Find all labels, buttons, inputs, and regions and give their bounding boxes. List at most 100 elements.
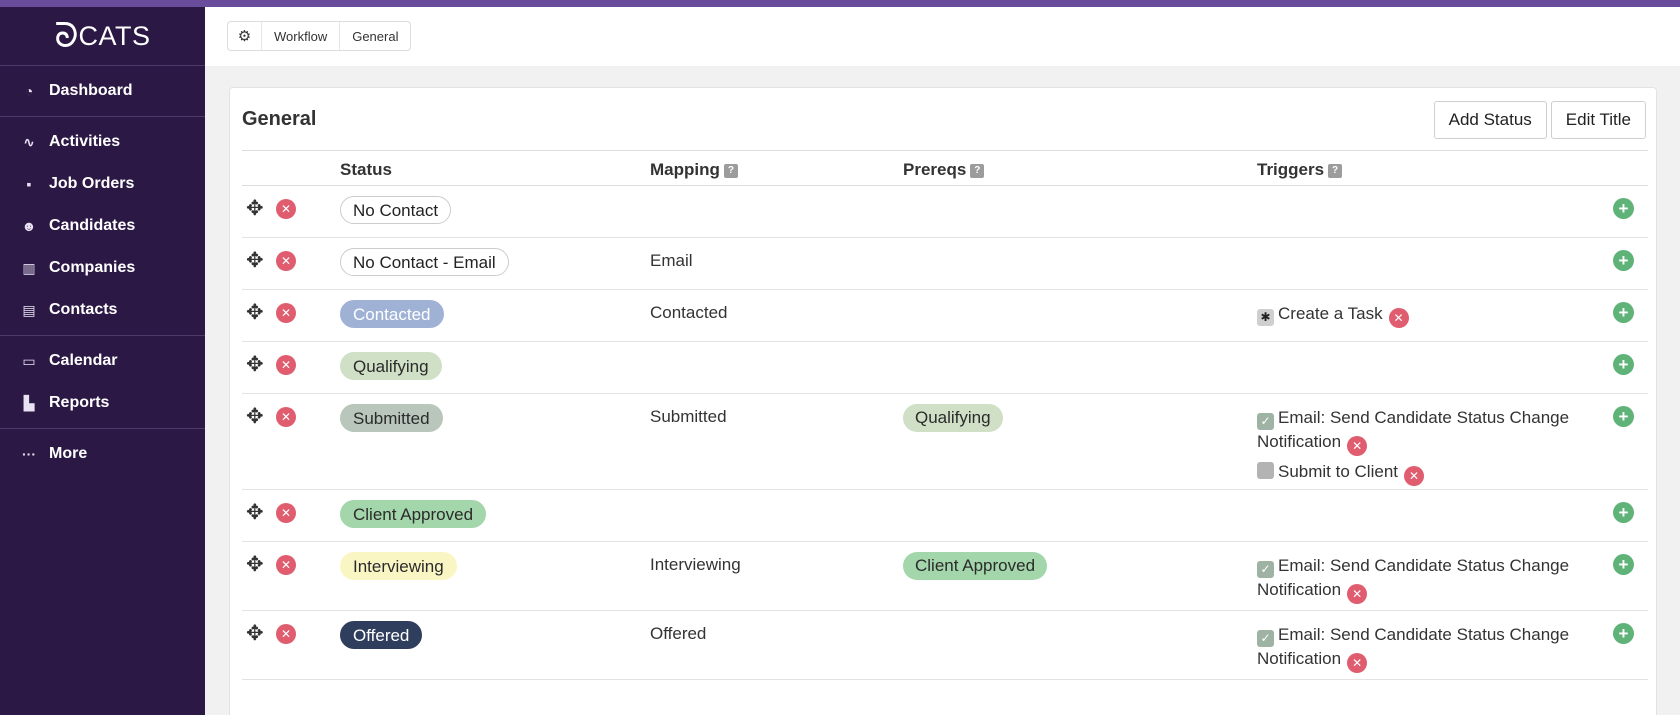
delete-status-icon[interactable]: ✕: [276, 199, 296, 219]
table-row: ✥ ✕ No Contact - Email Email +: [242, 238, 1648, 290]
move-handle-icon[interactable]: ✥: [246, 354, 264, 375]
delete-status-icon[interactable]: ✕: [276, 303, 296, 323]
prereq-badge: Client Approved: [903, 552, 1048, 580]
mapping-value: Contacted: [650, 303, 728, 322]
sidebar-item-candidates[interactable]: ☻ Candidates: [0, 205, 205, 247]
checkbox-checked-icon[interactable]: ✓: [1257, 630, 1274, 647]
gear-icon[interactable]: ⚙: [228, 22, 262, 50]
move-handle-icon[interactable]: ✥: [246, 406, 264, 427]
nav-group: ◔ Dashboard: [0, 66, 205, 116]
cats-logo-icon: ᘐ: [54, 17, 79, 55]
top-accent-bar: [0, 0, 1680, 7]
sidebar-item-label: Dashboard: [49, 82, 133, 99]
sidebar-item-label: Companies: [49, 259, 136, 276]
edit-title-button[interactable]: Edit Title: [1550, 101, 1646, 139]
delete-status-icon[interactable]: ✕: [276, 251, 296, 271]
move-handle-icon[interactable]: ✥: [246, 250, 264, 271]
nav-group: ··· More: [0, 429, 205, 479]
column-header-triggers-label: Triggers: [1257, 160, 1325, 179]
sidebar-item-label: More: [49, 445, 88, 462]
sidebar-item-companies[interactable]: ▥ Companies: [0, 247, 205, 289]
triggers-help-icon[interactable]: ?: [1328, 163, 1343, 178]
building-icon: ▥: [22, 259, 36, 276]
bar-chart-icon: ▙: [23, 394, 35, 411]
mapping-value: Submitted: [650, 407, 727, 426]
move-handle-icon[interactable]: ✥: [246, 623, 264, 644]
main-area: ⚙ Workflow General General Add Status Ed…: [205, 7, 1680, 715]
mapping-help-icon[interactable]: ?: [723, 163, 738, 178]
add-trigger-icon[interactable]: +: [1613, 302, 1634, 323]
triggers-list: ✓ Email: Send Candidate Status Change Not…: [1257, 406, 1587, 486]
delete-trigger-icon[interactable]: ✕: [1347, 584, 1368, 604]
triggers-list: ✱ Create a Task ✕: [1257, 302, 1587, 328]
move-handle-icon[interactable]: ✥: [246, 198, 264, 219]
delete-trigger-icon[interactable]: ✕: [1347, 436, 1368, 456]
delete-trigger-icon[interactable]: ✕: [1388, 308, 1409, 328]
table-header: Status Mapping? Prereqs? Triggers?: [242, 150, 1648, 186]
add-trigger-icon[interactable]: +: [1613, 250, 1634, 271]
user-star-icon: ☻: [21, 218, 37, 234]
asterisk-icon[interactable]: ✱: [1257, 309, 1274, 326]
move-handle-icon[interactable]: ✥: [246, 502, 264, 523]
sidebar-item-contacts[interactable]: ▤ Contacts: [0, 289, 205, 331]
breadcrumb: ⚙ Workflow General: [227, 21, 412, 51]
sidebar-item-activities[interactable]: ∿ Activities: [0, 121, 205, 163]
move-handle-icon[interactable]: ✥: [246, 554, 264, 575]
column-header-status: Status: [340, 160, 392, 180]
column-header-triggers: Triggers?: [1257, 160, 1343, 180]
add-trigger-icon[interactable]: +: [1613, 623, 1634, 644]
prereq-badge: Qualifying: [903, 404, 1003, 432]
delete-status-icon[interactable]: ✕: [276, 355, 296, 375]
add-trigger-icon[interactable]: +: [1613, 198, 1634, 219]
add-status-button[interactable]: Add Status: [1433, 101, 1547, 139]
table-row: ✥ ✕ No Contact +: [242, 186, 1648, 238]
breadcrumb-item-workflow[interactable]: Workflow: [262, 22, 341, 50]
delete-trigger-icon[interactable]: ✕: [1347, 653, 1368, 673]
delete-status-icon[interactable]: ✕: [276, 407, 296, 427]
table-row: ✥ ✕ Submitted Submitted Qualifying ✓ Email: Se…: [242, 394, 1648, 490]
sidebar: ᘐ CATS ◔ Dashboard ∿ Activities ▪ Job Orders ☻…: [0, 7, 205, 715]
calendar-icon: ▭: [22, 352, 36, 369]
checkbox-checked-icon[interactable]: ✓: [1257, 561, 1274, 578]
more-dots-icon: ···: [22, 446, 36, 462]
mapping-value: Offered: [650, 624, 707, 643]
delete-status-icon[interactable]: ✕: [276, 555, 296, 575]
delete-status-icon[interactable]: ✕: [276, 624, 296, 644]
trigger-item: ✱ Create a Task ✕: [1257, 302, 1587, 328]
logo[interactable]: ᘐ CATS: [0, 7, 205, 65]
mapping-value: Email: [650, 251, 693, 270]
checkbox-unchecked-icon[interactable]: [1257, 462, 1274, 479]
sidebar-item-job-orders[interactable]: ▪ Job Orders: [0, 163, 205, 205]
sidebar-item-label: Candidates: [49, 217, 136, 234]
sidebar-item-dashboard[interactable]: ◔ Dashboard: [0, 70, 205, 112]
add-trigger-icon[interactable]: +: [1613, 502, 1634, 523]
page-header: ⚙ Workflow General: [205, 7, 1680, 66]
add-trigger-icon[interactable]: +: [1613, 406, 1634, 427]
add-trigger-icon[interactable]: +: [1613, 354, 1634, 375]
status-badge: Client Approved: [340, 500, 487, 528]
delete-status-icon[interactable]: ✕: [276, 503, 296, 523]
contact-book-icon: ▤: [22, 301, 36, 318]
card-actions: Add Status Edit Title: [1433, 101, 1646, 139]
trigger-label: Create a Task: [1278, 304, 1383, 323]
checkbox-checked-icon[interactable]: ✓: [1257, 413, 1274, 430]
trigger-item: ✓ Email: Send Candidate Status Change Not…: [1257, 406, 1587, 456]
sidebar-item-calendar[interactable]: ▭ Calendar: [0, 340, 205, 382]
sidebar-item-label: Activities: [49, 133, 121, 150]
prereqs-help-icon[interactable]: ?: [970, 163, 985, 178]
breadcrumb-item-general[interactable]: General: [340, 22, 410, 50]
sidebar-item-label: Reports: [49, 394, 110, 411]
add-trigger-icon[interactable]: +: [1613, 554, 1634, 575]
status-badge: Submitted: [340, 404, 443, 432]
triggers-list: ✓ Email: Send Candidate Status Change Not…: [1257, 554, 1587, 604]
column-header-prereqs: Prereqs?: [903, 160, 985, 180]
sidebar-item-reports[interactable]: ▙ Reports: [0, 382, 205, 424]
move-handle-icon[interactable]: ✥: [246, 302, 264, 323]
nav-group: ▭ Calendar ▙ Reports: [0, 336, 205, 428]
dashboard-icon: ◔: [24, 83, 34, 99]
trigger-label: Email: Send Candidate Status Change Noti…: [1257, 625, 1570, 668]
column-header-mapping: Mapping?: [650, 160, 738, 180]
delete-trigger-icon[interactable]: ✕: [1404, 466, 1424, 486]
sidebar-item-more[interactable]: ··· More: [0, 433, 205, 475]
status-badge: No Contact - Email: [340, 248, 509, 276]
